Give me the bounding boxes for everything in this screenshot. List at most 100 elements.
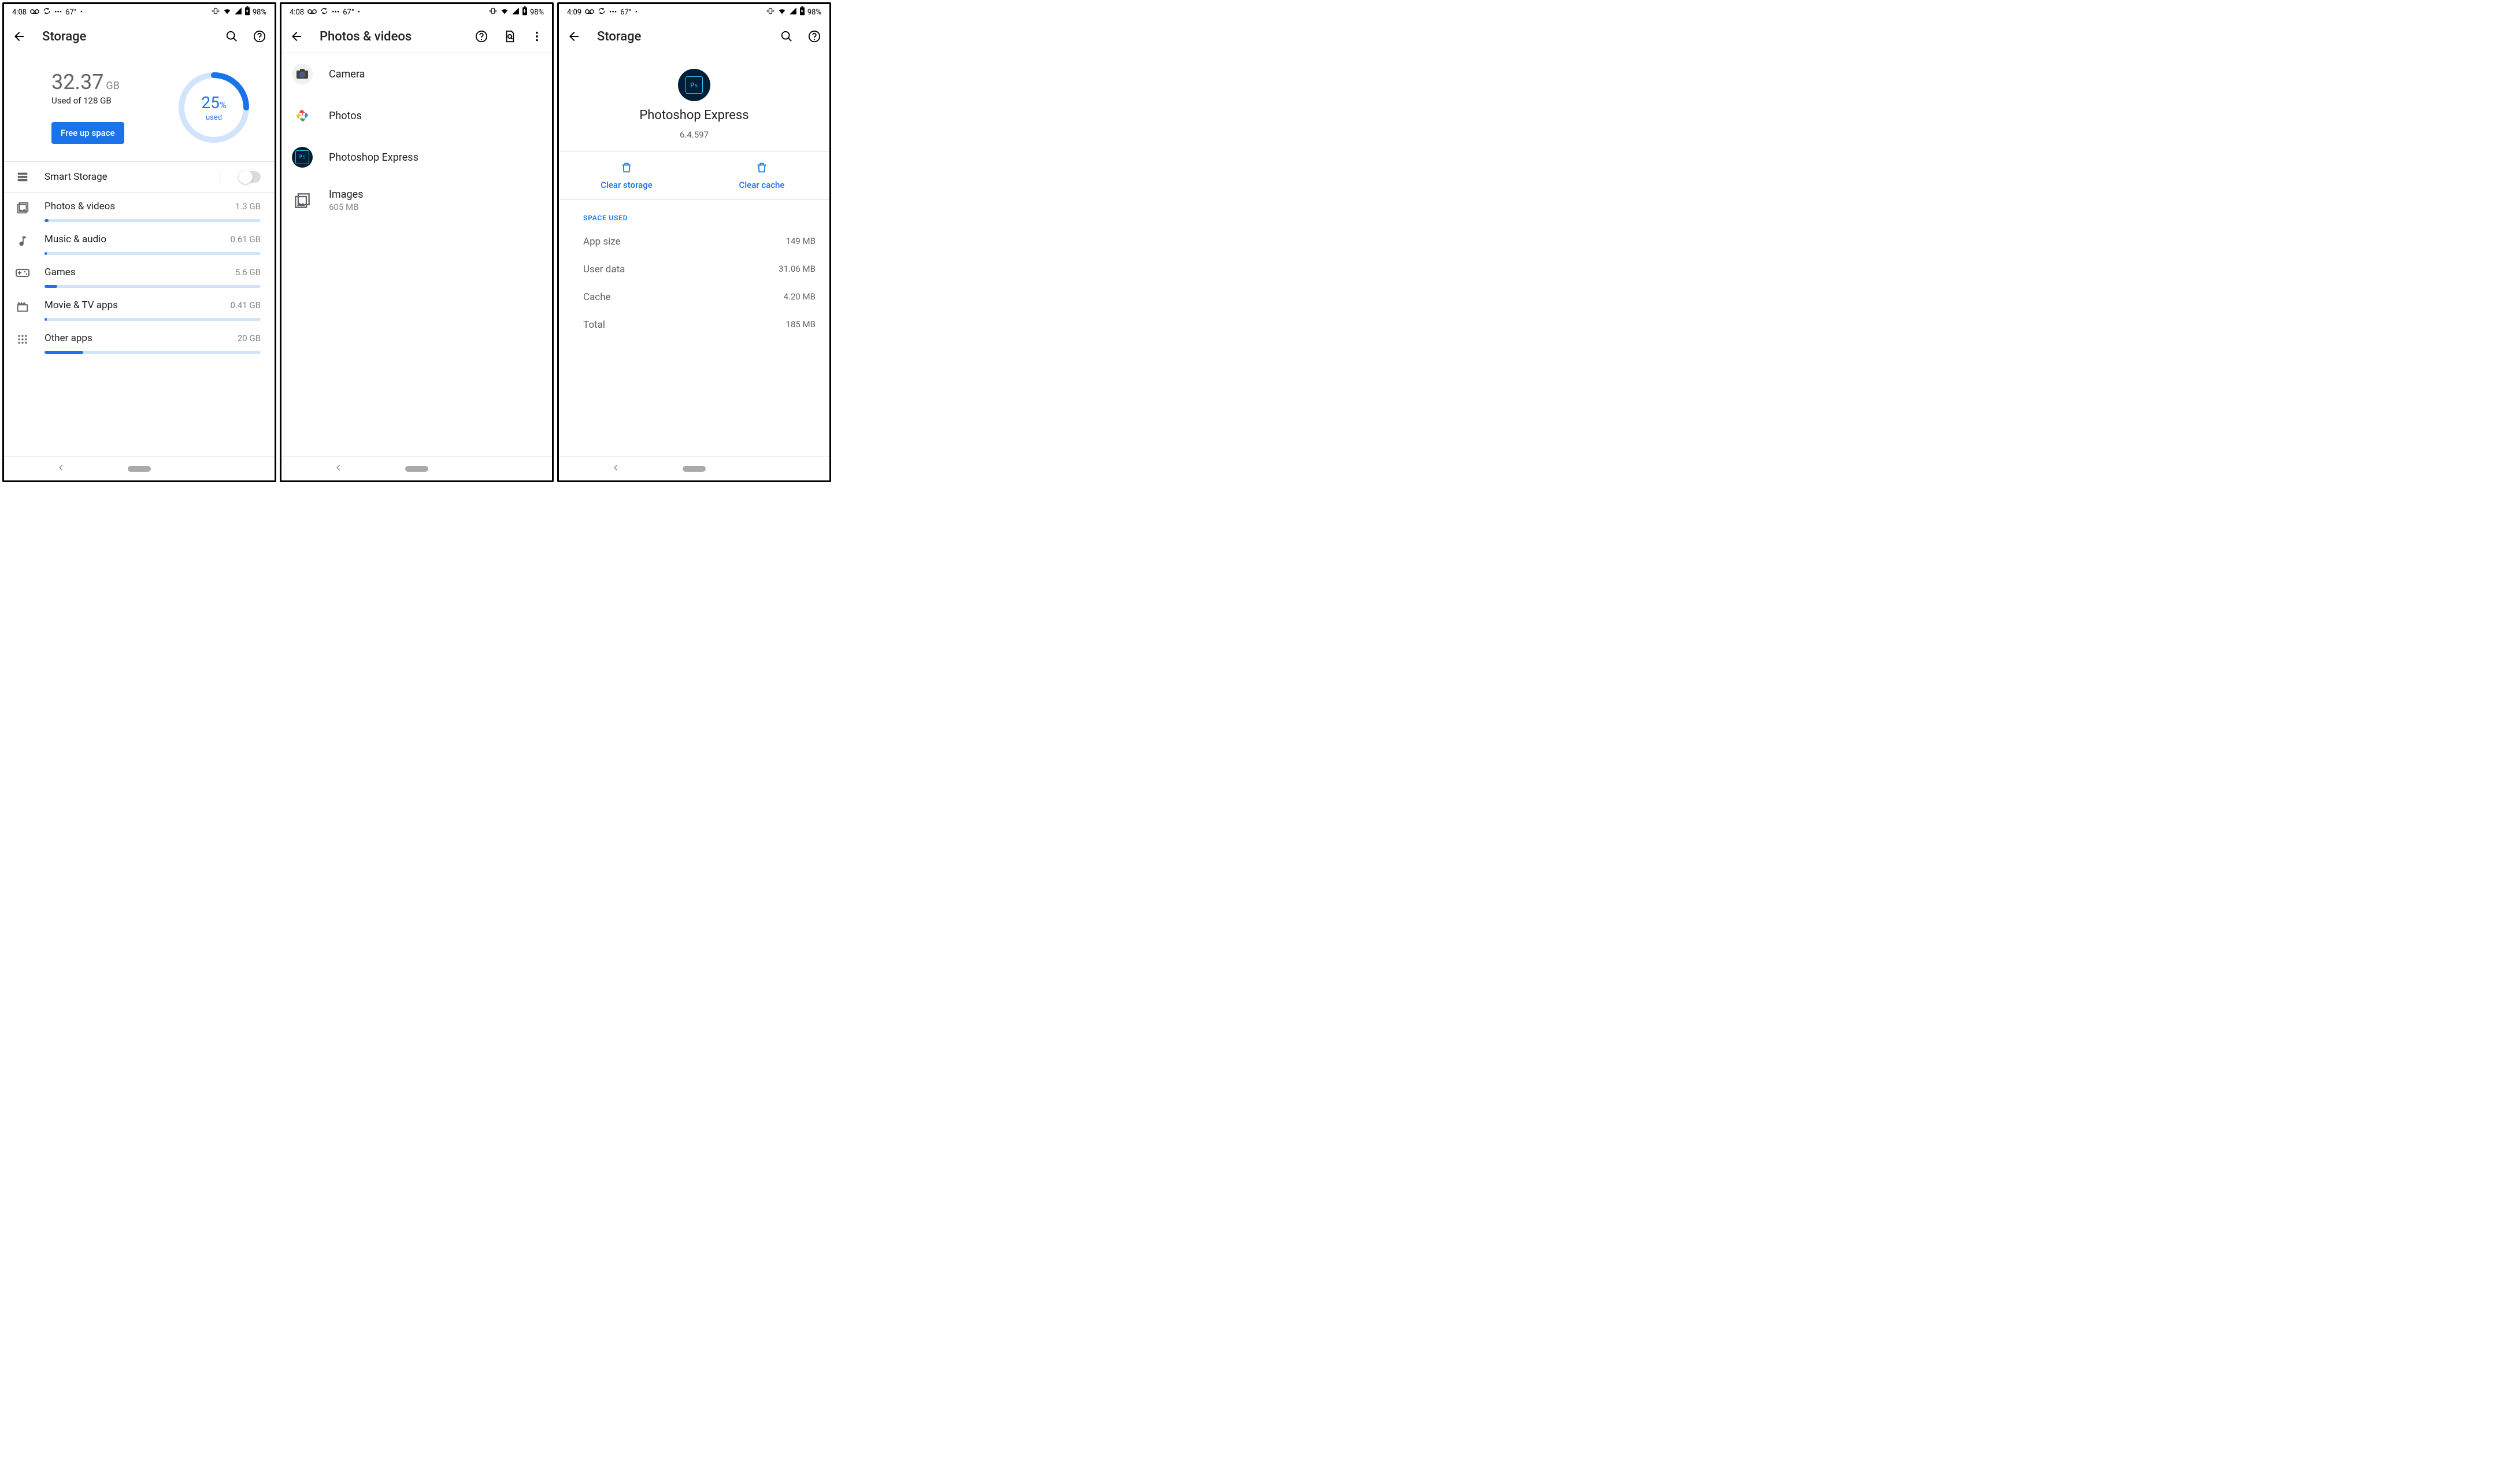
category-music-audio[interactable]: Music & audio0.61 GB — [4, 225, 275, 258]
status-battery: 98% — [530, 8, 544, 17]
status-time: 4:08 — [290, 8, 304, 17]
storage-icon — [14, 171, 31, 183]
status-temp: 67° — [65, 8, 76, 17]
overflow-button[interactable] — [530, 29, 544, 43]
smart-storage-row[interactable]: Smart Storage — [4, 162, 275, 192]
page-title: Storage — [597, 29, 764, 44]
used-subtitle: Used of 128 GB — [51, 95, 124, 106]
battery-icon — [799, 6, 805, 18]
search-button[interactable] — [225, 29, 239, 43]
action-row: Clear storage Clear cache — [559, 151, 829, 200]
row-total: Total185 MB — [559, 311, 829, 339]
app-name: Photoshop Express — [639, 108, 748, 123]
more-icon: ••• — [54, 8, 62, 17]
more-icon: ••• — [332, 8, 339, 17]
signal-icon — [512, 7, 520, 17]
smart-storage-toggle[interactable] — [240, 171, 261, 183]
status-temp: 67° — [343, 8, 354, 17]
signal-icon — [234, 7, 242, 17]
nav-bar — [4, 456, 275, 480]
search-button[interactable] — [780, 29, 794, 43]
pct-value: 25 — [201, 93, 219, 112]
camera-icon — [292, 64, 313, 84]
storage-donut: 25% used — [176, 70, 251, 145]
screen-photos-videos: 4:08 ••• 67° • 98% Photos & videos Camer… — [280, 2, 554, 482]
status-time: 4:09 — [567, 8, 581, 17]
app-bar: Photos & videos — [281, 20, 552, 53]
back-button[interactable] — [12, 29, 26, 43]
battery-icon — [244, 6, 250, 18]
status-battery: 98% — [253, 8, 266, 17]
trash-icon — [755, 161, 768, 176]
row-app-size: App size149 MB — [559, 228, 829, 256]
voicemail-icon — [585, 8, 594, 17]
app-row-photoshop-express[interactable]: Ps Photoshop Express — [281, 136, 552, 178]
status-time: 4:08 — [12, 8, 27, 17]
photos-icon — [292, 105, 313, 126]
nav-home-button[interactable] — [683, 466, 706, 472]
movie-icon — [14, 301, 31, 313]
app-row-photos[interactable]: Photos — [281, 95, 552, 136]
category-photos-videos[interactable]: Photos & videos1.3 GB — [4, 193, 275, 225]
folder-row-images[interactable]: Images 605 MB — [281, 178, 552, 223]
apps-icon — [14, 334, 31, 345]
nav-back-button[interactable] — [57, 463, 65, 474]
status-bar: 4:09 ••• 67° • 98% — [559, 4, 829, 20]
wifi-icon — [223, 7, 232, 17]
page-title: Storage — [42, 29, 209, 44]
vibrate-icon — [211, 7, 220, 17]
signal-icon — [789, 7, 797, 17]
page-title: Photos & videos — [320, 29, 458, 44]
help-button[interactable] — [253, 29, 266, 43]
nav-home-button[interactable] — [128, 466, 151, 472]
search-in-page-button[interactable] — [502, 29, 516, 43]
nav-bar — [281, 456, 552, 480]
nav-home-button[interactable] — [405, 466, 428, 472]
vibrate-icon — [766, 7, 775, 17]
voicemail-icon — [307, 8, 317, 17]
used-value: 32.37 — [51, 70, 103, 94]
image-icon — [14, 202, 31, 214]
section-header: SPACE USED — [559, 200, 829, 228]
smart-storage-label: Smart Storage — [45, 171, 206, 183]
used-unit: GB — [106, 80, 119, 92]
row-cache: Cache4.20 MB — [559, 283, 829, 311]
category-games[interactable]: Games5.6 GB — [4, 258, 275, 291]
back-button[interactable] — [567, 29, 581, 43]
clear-storage-button[interactable]: Clear storage — [559, 152, 694, 199]
trash-icon — [620, 161, 633, 176]
nav-back-button[interactable] — [335, 463, 343, 474]
music-icon — [14, 235, 31, 247]
sync-icon — [43, 7, 51, 17]
pct-sign: % — [220, 99, 227, 110]
images-folder-icon — [292, 190, 313, 211]
app-row-camera[interactable]: Camera — [281, 53, 552, 95]
vibrate-icon — [488, 7, 498, 17]
row-user-data: User data31.06 MB — [559, 256, 829, 283]
back-button[interactable] — [290, 29, 303, 43]
help-button[interactable] — [475, 29, 488, 43]
status-bar: 4:08 ••• 67° • 98% — [4, 4, 275, 20]
wifi-icon — [777, 7, 787, 17]
status-bar: 4:08 ••• 67° • 98% — [281, 4, 552, 20]
screen-app-storage: 4:09 ••• 67° • 98% Storage Ps Photoshop … — [557, 2, 831, 482]
voicemail-icon — [30, 8, 39, 17]
battery-icon — [522, 6, 528, 18]
app-hero: Ps Photoshop Express 6.4.597 — [559, 53, 829, 151]
gamepad-icon — [14, 268, 31, 278]
nav-bar — [559, 456, 829, 480]
app-version: 6.4.597 — [680, 130, 709, 140]
category-movie-tv[interactable]: Movie & TV apps0.41 GB — [4, 291, 275, 324]
help-button[interactable] — [807, 29, 821, 43]
status-temp: 67° — [620, 8, 631, 17]
sync-icon — [320, 7, 328, 17]
free-up-space-button[interactable]: Free up space — [51, 122, 124, 144]
sync-icon — [598, 7, 606, 17]
app-hero-icon: Ps — [678, 69, 710, 101]
storage-summary: 32.37 GB Used of 128 GB Free up space 25… — [4, 53, 275, 161]
clear-cache-button[interactable]: Clear cache — [694, 152, 829, 199]
pct-word: used — [206, 113, 222, 122]
nav-back-button[interactable] — [612, 463, 620, 474]
photoshop-icon: Ps — [292, 147, 313, 168]
category-other-apps[interactable]: Other apps20 GB — [4, 324, 275, 357]
